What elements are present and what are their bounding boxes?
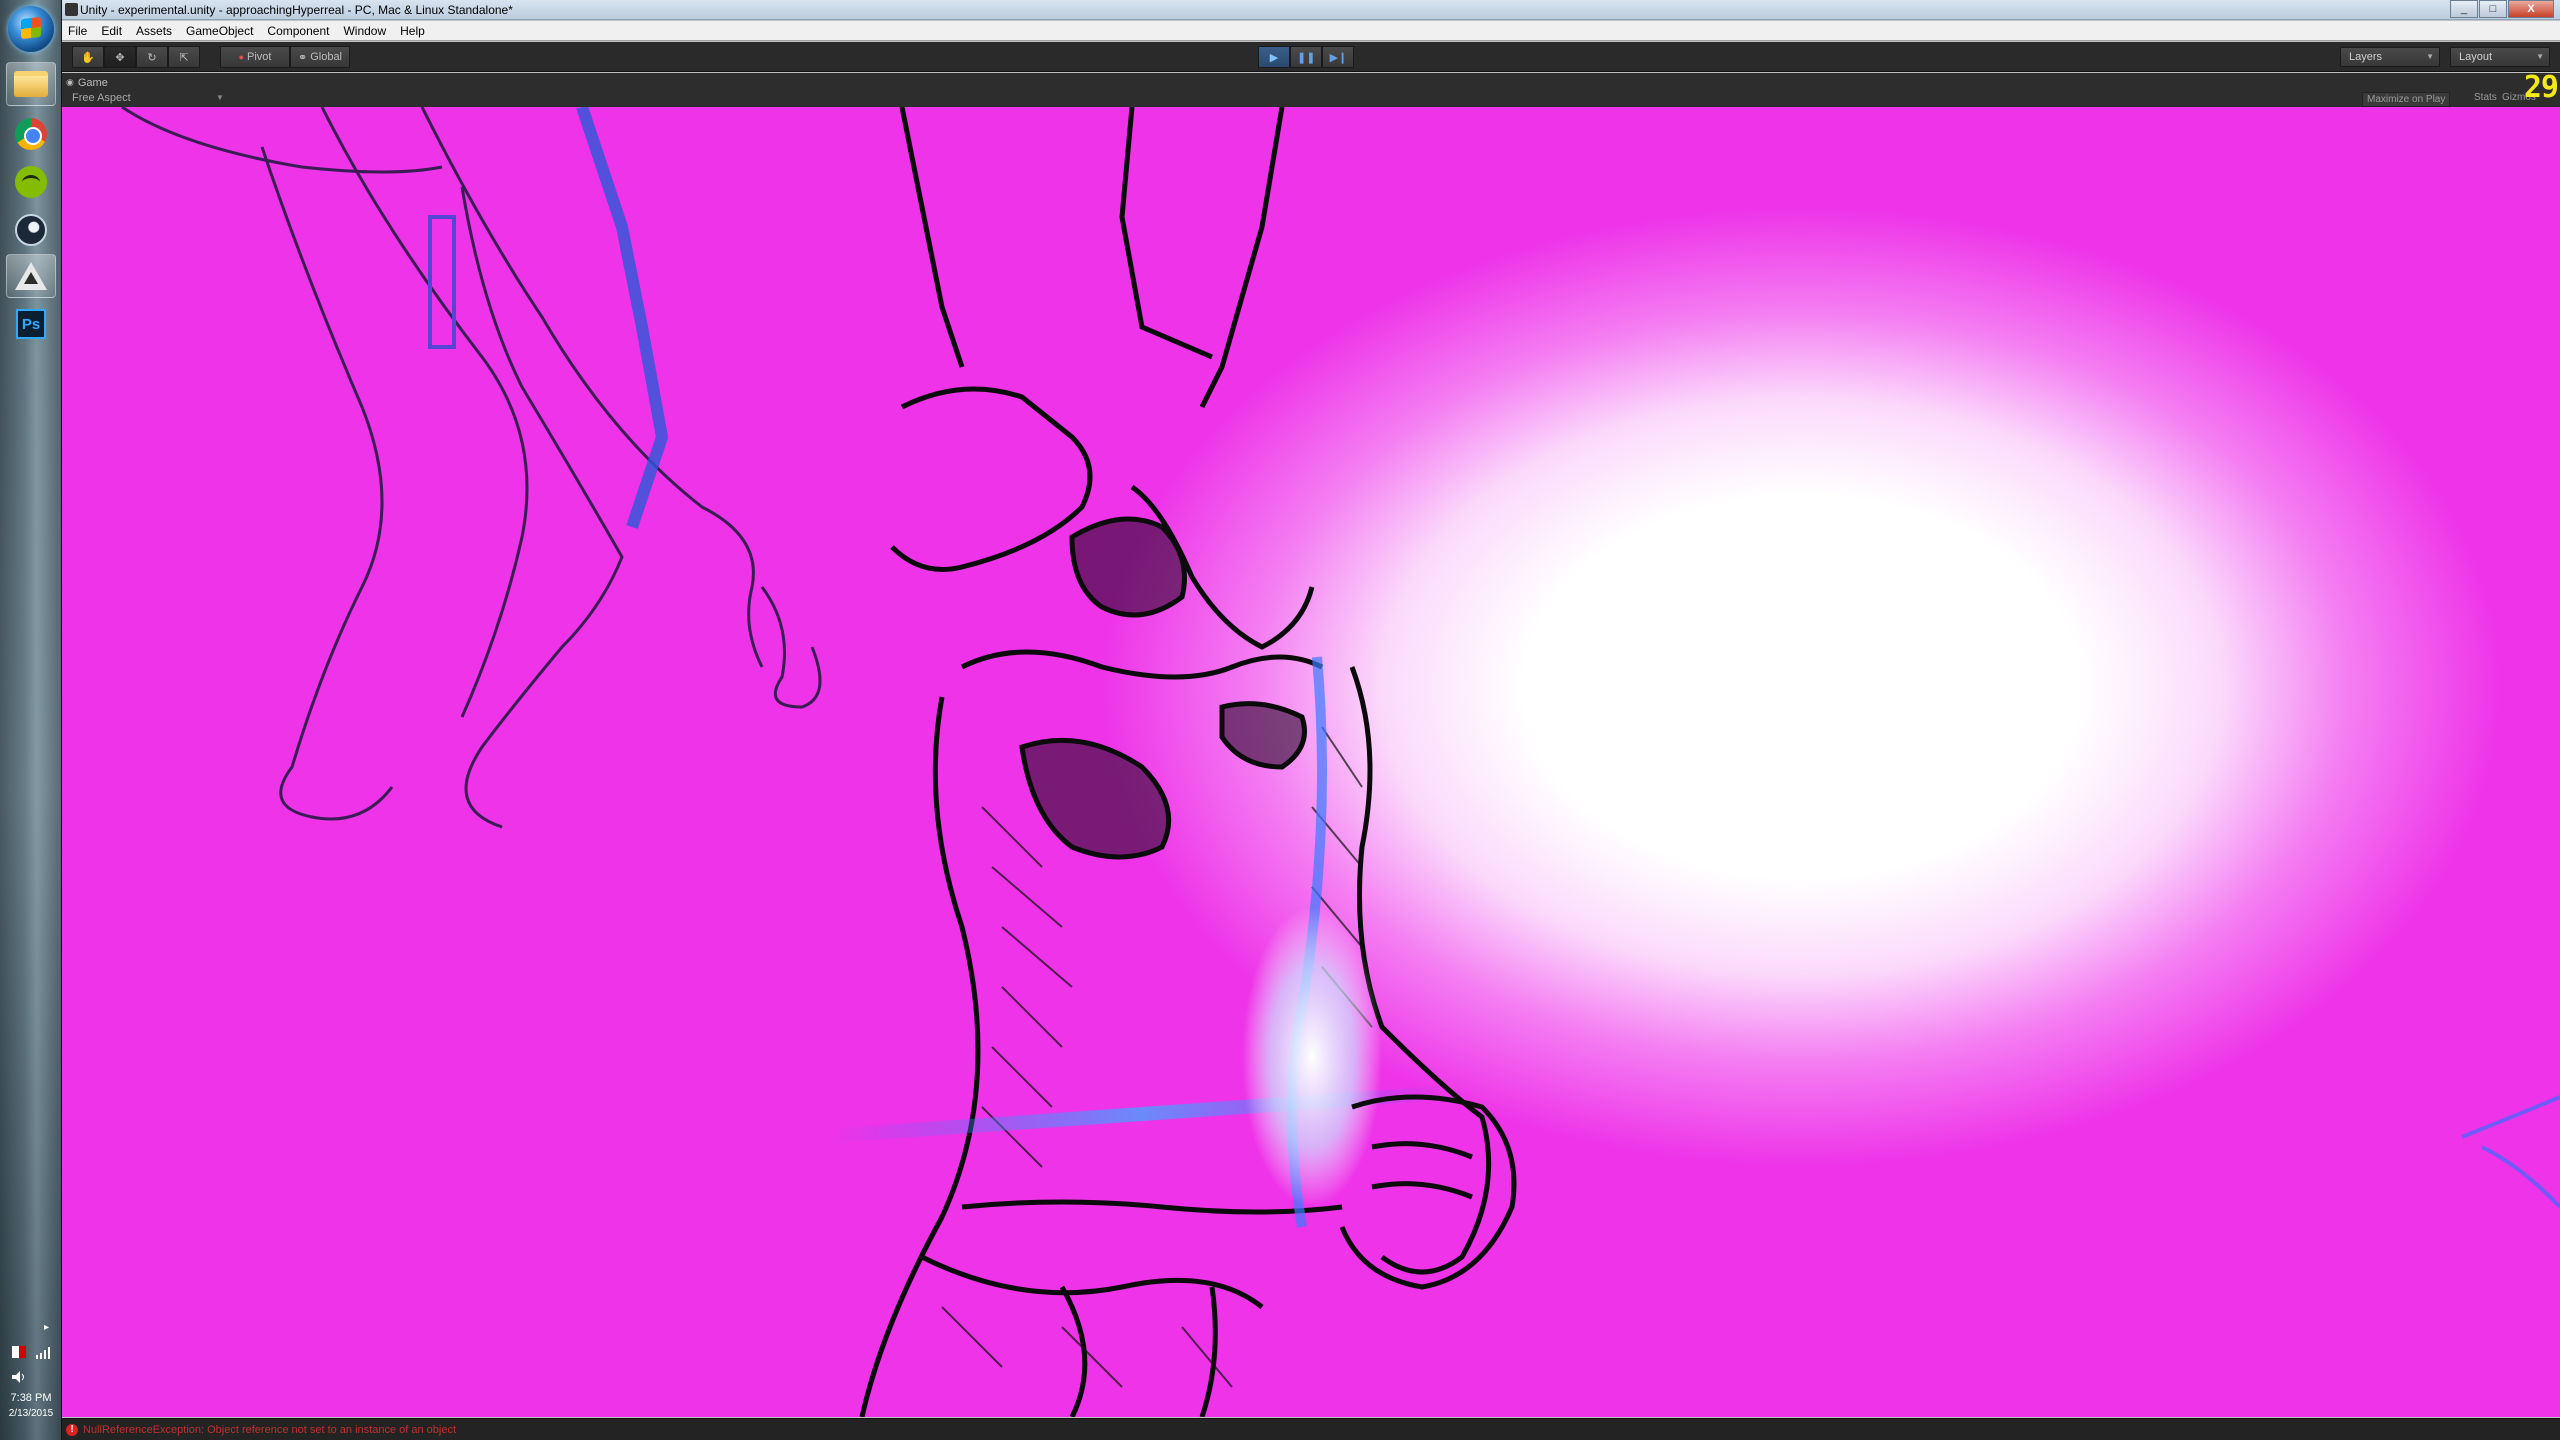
layers-dropdown[interactable]: Layers ▼: [2340, 47, 2440, 67]
menu-window[interactable]: Window: [337, 24, 394, 38]
spotify-icon: [15, 166, 47, 198]
clock-time[interactable]: 7:38 PM: [0, 1392, 62, 1404]
chrome-icon: [15, 118, 47, 150]
taskbar-spotify[interactable]: [6, 160, 56, 204]
start-button[interactable]: [8, 6, 54, 52]
pivot-toggle-button[interactable]: ● Pivot: [220, 46, 290, 68]
menu-assets[interactable]: Assets: [130, 24, 180, 38]
photoshop-icon: Ps: [16, 309, 46, 339]
layout-label: Layout: [2459, 51, 2493, 63]
play-button[interactable]: ▶: [1258, 46, 1290, 68]
menu-gameobject[interactable]: GameObject: [180, 24, 261, 38]
menu-bar: File Edit Assets GameObject Component Wi…: [62, 21, 2560, 41]
stats-toggle[interactable]: Stats: [2474, 92, 2497, 103]
aspect-dropdown[interactable]: Free Aspect: [72, 92, 131, 104]
scale-icon: ⇱: [179, 51, 189, 64]
error-icon: !: [66, 1423, 78, 1436]
game-tab-label: Game: [77, 76, 108, 89]
menu-file[interactable]: File: [62, 24, 95, 38]
move-icon: ✥: [115, 51, 125, 64]
menu-edit[interactable]: Edit: [95, 24, 130, 38]
menu-help[interactable]: Help: [394, 24, 433, 38]
taskbar-unity[interactable]: [6, 254, 56, 298]
chevron-down-icon: ▼: [2426, 52, 2434, 61]
game-view-icon: ◉: [66, 77, 74, 87]
hand-icon: ✋: [81, 51, 95, 64]
left-figure-shadow-edge: [576, 107, 669, 529]
game-view-header: ◉ Game Free Aspect ▼ Maximize on Play St…: [62, 73, 2560, 107]
taskbar-photoshop[interactable]: Ps: [6, 302, 56, 346]
windows-taskbar: Ps ▸ 7:38 PM 2/13/2015: [0, 0, 62, 1440]
unity-app-icon: [65, 3, 78, 16]
layout-dropdown[interactable]: Layout ▼: [2450, 47, 2550, 67]
pause-icon: ❚❚: [1297, 51, 1316, 64]
rotate-icon: ↻: [147, 51, 157, 64]
pause-button[interactable]: ❚❚: [1290, 46, 1323, 68]
global-label: Global: [310, 51, 342, 63]
action-center-icon[interactable]: [12, 1346, 26, 1358]
play-icon: ▶: [1269, 51, 1279, 64]
unity-window: Unity - experimental.unity - approaching…: [62, 0, 2560, 1440]
taskbar-file-explorer[interactable]: [6, 62, 56, 106]
chevron-down-icon: ▼: [216, 93, 224, 102]
clock-date[interactable]: 2/13/2015: [0, 1408, 62, 1419]
windows-logo-icon: [21, 16, 41, 40]
right-figure-fragment: [2461, 1095, 2560, 1209]
unity-icon: [15, 262, 47, 290]
folder-icon: [14, 71, 48, 97]
menu-component[interactable]: Component: [261, 24, 337, 38]
show-hidden-icons-button[interactable]: ▸: [44, 1322, 49, 1333]
network-icon[interactable]: [36, 1346, 50, 1359]
game-render-artwork: [121, 107, 2560, 1417]
main-toolbar: ✋ ✥ ↻ ⇱ ● Pivot ⚭ Global ▶ ❚❚ ▶❙ Layers …: [62, 42, 2560, 72]
lens-flare: [1242, 907, 1382, 1207]
console-status-bar[interactable]: ! NullReferenceException: Object referen…: [62, 1418, 2560, 1440]
taskbar-steam[interactable]: [6, 208, 56, 252]
chevron-down-icon: ▼: [2536, 52, 2544, 61]
left-figure-sketch: [121, 107, 822, 829]
fps-counter: 29: [2523, 70, 2559, 105]
global-icon: ⚭: [297, 51, 308, 64]
console-error-message[interactable]: NullReferenceException: Object reference…: [83, 1424, 456, 1436]
steam-icon: [15, 214, 47, 246]
volume-icon[interactable]: [12, 1370, 26, 1383]
layers-label: Layers: [2349, 51, 2383, 63]
window-title: Unity - experimental.unity - approaching…: [80, 3, 513, 17]
close-button[interactable]: X: [2508, 0, 2554, 18]
maximize-on-play-toggle[interactable]: Maximize on Play: [2362, 92, 2451, 107]
taskbar-chrome[interactable]: [6, 112, 56, 156]
scale-tool-button[interactable]: ⇱: [168, 46, 200, 68]
minimize-button[interactable]: _: [2450, 0, 2478, 18]
step-icon: ▶❙: [1329, 51, 1348, 64]
pivot-icon: ●: [238, 52, 244, 62]
step-button[interactable]: ▶❙: [1322, 46, 1355, 68]
hand-tool-button[interactable]: ✋: [72, 46, 104, 68]
game-viewport[interactable]: [62, 107, 2560, 1417]
title-bar[interactable]: Unity - experimental.unity - approaching…: [62, 0, 2560, 20]
rotate-tool-button[interactable]: ↻: [136, 46, 168, 68]
move-tool-button[interactable]: ✥: [104, 46, 136, 68]
tab-game[interactable]: ◉ Game: [66, 75, 108, 90]
global-toggle-button[interactable]: ⚭ Global: [290, 46, 350, 68]
maximize-button[interactable]: □: [2479, 0, 2507, 18]
pivot-label: Pivot: [246, 51, 272, 63]
central-figure-sketch: [859, 107, 1492, 1417]
